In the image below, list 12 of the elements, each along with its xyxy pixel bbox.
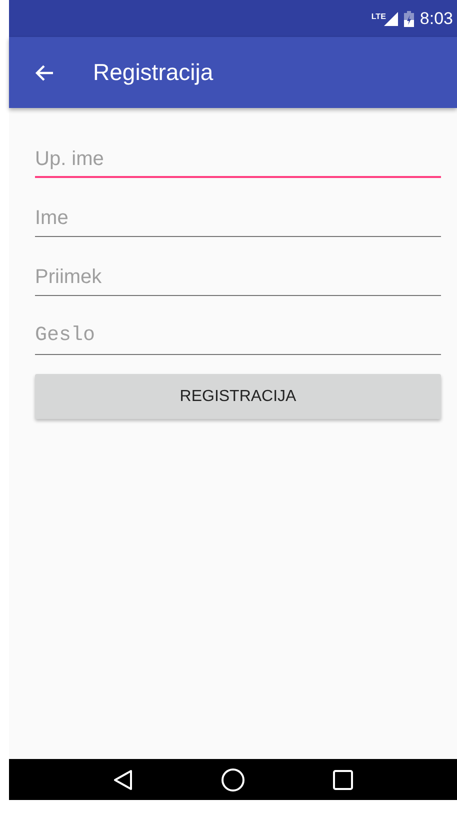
lte-label: LTE [371,11,386,23]
recents-button[interactable] [333,770,353,790]
password-field[interactable]: Geslo [35,315,441,355]
register-button[interactable]: REGISTRACIJA [35,374,441,419]
battery-icon [404,10,414,26]
input-field[interactable]: Ime [35,197,441,237]
clock: 8:03 [420,8,453,30]
home-button[interactable] [221,768,245,792]
input-field[interactable]: Priimek [35,256,441,296]
back-nav-button[interactable] [113,768,133,790]
input-field[interactable]: Up. ime [35,138,441,178]
screen-title: Registracija [93,58,214,88]
